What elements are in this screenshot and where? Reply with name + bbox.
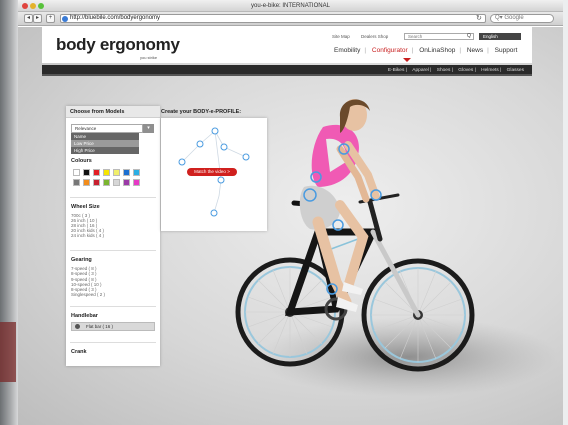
- colour-swatch[interactable]: [113, 169, 120, 176]
- screen: you-e-bike: INTERNATIONAL ◂ ▸ + http://b…: [0, 0, 568, 425]
- colour-swatch[interactable]: [113, 179, 120, 186]
- profile-point[interactable]: [210, 209, 218, 217]
- colour-swatch[interactable]: [73, 179, 80, 186]
- divider: [70, 250, 156, 251]
- title-bar: you-e-bike: INTERNATIONAL: [18, 0, 563, 12]
- wheel-size-option[interactable]: 24 inch kids ( 4 ): [71, 233, 104, 238]
- sort-dropdown-menu: Name Low Price High Price: [71, 133, 139, 154]
- colour-swatch[interactable]: [123, 179, 130, 186]
- address-bar[interactable]: http://bluebile.com/bodyergonomy: [60, 14, 486, 23]
- colour-swatch[interactable]: [93, 179, 100, 186]
- profile-point[interactable]: [220, 143, 228, 151]
- sort-option-high-price[interactable]: High Price: [71, 147, 139, 154]
- browser-search-field[interactable]: Q▾ Google: [490, 14, 554, 23]
- window-title: you-e-bike: INTERNATIONAL: [251, 3, 330, 9]
- desktop-background-left: [0, 0, 18, 425]
- reload-icon[interactable]: ↻: [476, 14, 482, 23]
- profile-point[interactable]: [242, 153, 250, 161]
- profile-point[interactable]: [217, 176, 225, 184]
- wheel-size-list: 700c ( 3 ) 26 inch ( 10 ) 28 inch ( 16 )…: [71, 213, 104, 238]
- browser-toolbar: ◂ ▸ + http://bluebile.com/bodyergonomy ↻…: [18, 12, 563, 26]
- gearing-list: 7-speed ( 8 ) 8-speed ( 3 ) 9-speed ( 8 …: [71, 266, 105, 298]
- browser-window: you-e-bike: INTERNATIONAL ◂ ▸ + http://b…: [18, 0, 563, 425]
- back-button[interactable]: ◂: [24, 14, 33, 23]
- sort-option-name[interactable]: Name: [71, 133, 139, 140]
- gearing-option[interactable]: Singlespeed ( 2 ): [71, 292, 105, 297]
- close-window-button[interactable]: [22, 3, 28, 9]
- colour-swatches-row-1: [73, 169, 140, 176]
- forward-arrow-icon: ▸: [35, 15, 39, 21]
- profile-point[interactable]: [211, 127, 219, 135]
- page-viewport: body ergonomy you strike Site Map Dealer…: [18, 27, 563, 425]
- colour-swatch[interactable]: [103, 179, 110, 186]
- handlebar-title: Handlebar: [71, 313, 98, 319]
- colour-swatches-row-2: [73, 179, 140, 186]
- add-bookmark-button[interactable]: +: [46, 14, 55, 23]
- maximize-window-button[interactable]: [38, 3, 44, 9]
- profile-point[interactable]: [178, 158, 186, 166]
- filter-panel-title: Choose from Models: [66, 106, 160, 118]
- url-text: http://bluebile.com/bodyergonomy: [70, 15, 161, 21]
- colour-swatch[interactable]: [73, 169, 80, 176]
- sort-option-low-price[interactable]: Low Price: [71, 140, 139, 147]
- handlebar-option-flat-bar[interactable]: Flat bar ( 16 ): [71, 322, 155, 331]
- colour-swatch[interactable]: [83, 179, 90, 186]
- colour-swatch[interactable]: [93, 169, 100, 176]
- divider: [70, 342, 156, 343]
- chevron-down-icon: ▾: [147, 125, 150, 131]
- sort-dropdown-button[interactable]: ▾: [143, 124, 154, 133]
- back-arrow-icon: ◂: [26, 15, 30, 21]
- colour-swatch[interactable]: [103, 169, 110, 176]
- forward-button[interactable]: ▸: [33, 14, 42, 23]
- rider-figure: [299, 99, 380, 312]
- colour-swatch[interactable]: [83, 169, 90, 176]
- profile-point[interactable]: [196, 140, 204, 148]
- wheel-size-title: Wheel Size: [71, 204, 100, 210]
- colour-swatch[interactable]: [133, 169, 140, 176]
- close-icon[interactable]: [75, 324, 80, 329]
- colour-swatch[interactable]: [133, 179, 140, 186]
- gearing-title: Gearing: [71, 257, 92, 263]
- browser-search-placeholder: Q▾ Google: [495, 15, 524, 21]
- globe-icon: [62, 16, 68, 22]
- colours-title: Colours: [71, 158, 92, 164]
- crank-title: Crank: [71, 349, 87, 355]
- desktop-background-right: [563, 0, 568, 425]
- model-filter-panel: Choose from Models Relevance ▾ Name Low …: [66, 106, 160, 366]
- desktop-wallpaper-patch: [0, 322, 16, 382]
- ground-shadow: [258, 317, 558, 397]
- minimize-window-button[interactable]: [30, 3, 36, 9]
- plus-icon: +: [48, 15, 53, 21]
- colour-swatch[interactable]: [123, 169, 130, 176]
- profile-title: Create your BODY-e-PROFILE:: [161, 109, 242, 115]
- divider: [70, 197, 156, 198]
- match-the-video-button[interactable]: Match the video >: [187, 168, 237, 176]
- divider: [70, 306, 156, 307]
- sort-select[interactable]: Relevance: [71, 124, 143, 133]
